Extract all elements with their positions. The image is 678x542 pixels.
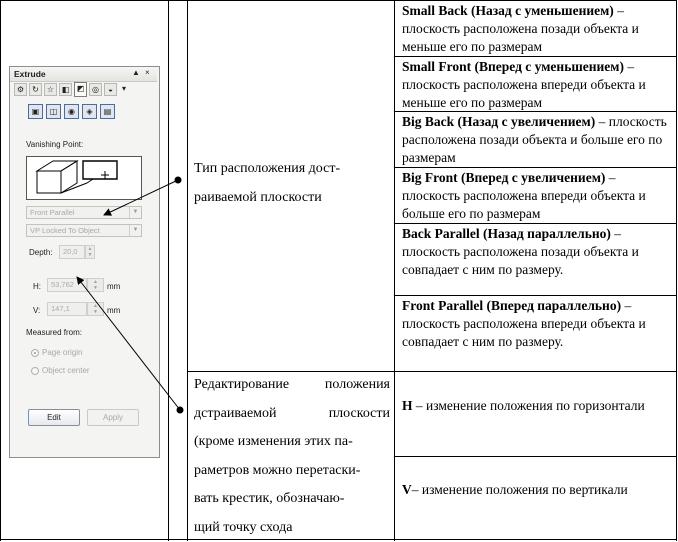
small-front-description: Small Front (Вперед с уменьшением) – пло… [402,58,672,113]
option-name: V [402,482,412,497]
h-description: H – изменение положения по горизонтали [402,397,672,415]
edit-position-text: Редактирование положения дстраиваемой пл… [194,371,390,542]
back-parallel-description: Back Parallel (Назад параллельно) – плос… [402,225,672,280]
text-line: вать крестик, обозначаю- [194,485,390,514]
option-name: Big Front (Вперед с увеличением) [402,170,605,185]
text-line: Редактирование положения [194,371,390,400]
front-parallel-description: Front Parallel (Вперед параллельно) – пл… [402,297,672,352]
big-back-description: Big Back (Назад с увеличением) – плоскос… [402,113,672,168]
big-front-description: Big Front (Вперед с увеличением) – плоск… [402,169,672,224]
option-text: – изменение положения по вертикали [412,482,628,497]
option-name: Small Front (Вперед с уменьшением) [402,59,624,74]
text-line: Тип расположения дост- [194,155,390,184]
text-line: (кроме изменения этих па- [194,428,390,457]
text-line: раметров можно перетаски- [194,457,390,486]
option-name: Big Back (Назад с увеличением) [402,114,595,129]
option-name: Back Parallel (Назад параллельно) [402,226,611,241]
option-text: – изменение положения по горизонтали [413,398,645,413]
option-name: Small Back (Назад с уменьшением) [402,3,614,18]
v-description: V– изменение положения по вертикали [402,481,672,499]
text-line: раиваемой плоскости [194,184,390,213]
text-line: дстраиваемой плоскости [194,400,390,429]
small-back-description: Small Back (Назад с уменьшением) – плоск… [402,2,672,57]
placement-type-text: Тип расположения дост- раиваемой плоскос… [194,155,390,212]
option-name: H [402,398,413,413]
text-line: щий точку схода [194,514,390,542]
option-name: Front Parallel (Вперед параллельно) [402,298,621,313]
